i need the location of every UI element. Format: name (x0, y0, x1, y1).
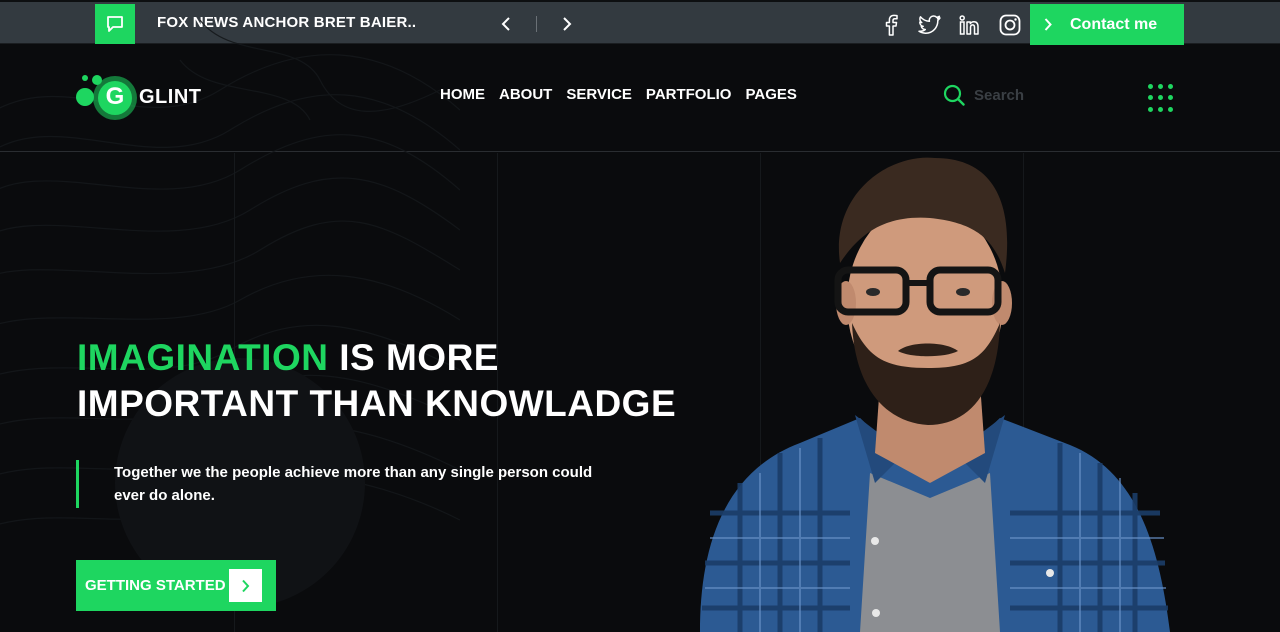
linkedin-icon (959, 15, 979, 35)
page: FOX NEWS ANCHOR BRET BAIER.. Contact me … (0, 0, 1280, 632)
contact-me-button[interactable]: Contact me (1030, 4, 1184, 45)
getting-started-button[interactable]: GETTING STARTED (76, 560, 276, 611)
grid-menu-icon[interactable] (1148, 84, 1178, 114)
nav-service[interactable]: SERVICE (566, 86, 632, 103)
twitter-icon (918, 15, 941, 34)
chevron-left-icon (501, 17, 510, 31)
headline-accent: IMAGINATION (77, 337, 329, 378)
nav-pages[interactable]: PAGES (745, 86, 796, 103)
headline-line2: IMPORTANT THAN KNOWLADGE (77, 383, 677, 424)
hero-quote: Together we the people achieve more than… (114, 464, 593, 504)
ticker-prev-button[interactable] (498, 14, 514, 34)
ticker-divider (536, 16, 537, 32)
linkedin-link[interactable] (958, 13, 982, 37)
instagram-icon (999, 14, 1021, 36)
site-header: G GLINT HOME ABOUT SERVICE PARTFOLIO PAG… (0, 19, 1280, 525)
instagram-link[interactable] (998, 13, 1022, 37)
search-icon[interactable] (943, 84, 965, 106)
getting-started-label: GETTING STARTED (85, 577, 226, 594)
chevron-right-icon (563, 17, 572, 31)
hero-section: IMAGINATION IS MORE IMPORTANT THAN KNOWL… (0, 153, 1280, 632)
chevron-right-icon (229, 569, 262, 602)
logo-text: GLINT (139, 85, 202, 108)
quote-accent-bar (76, 460, 79, 508)
facebook-link[interactable] (879, 13, 903, 37)
logo-letter: G (105, 83, 125, 110)
logo[interactable]: G GLINT (75, 72, 202, 122)
main-nav: HOME ABOUT SERVICE PARTFOLIO PAGES (440, 86, 811, 103)
hero-headline: IMAGINATION IS MORE IMPORTANT THAN KNOWL… (77, 335, 676, 427)
nav-about[interactable]: ABOUT (499, 86, 552, 103)
nav-portfolio[interactable]: PARTFOLIO (646, 86, 732, 103)
facebook-icon (885, 14, 898, 36)
ticker-next-button[interactable] (559, 14, 575, 34)
chevron-right-icon (1044, 18, 1052, 31)
twitter-link[interactable] (918, 13, 942, 37)
logo-mark: G (75, 72, 141, 122)
search-input[interactable] (974, 82, 1094, 108)
headline-rest: IS MORE (328, 337, 499, 378)
hero-person-image (700, 157, 1170, 632)
nav-home[interactable]: HOME (440, 86, 485, 103)
contact-me-label: Contact me (1070, 15, 1158, 33)
